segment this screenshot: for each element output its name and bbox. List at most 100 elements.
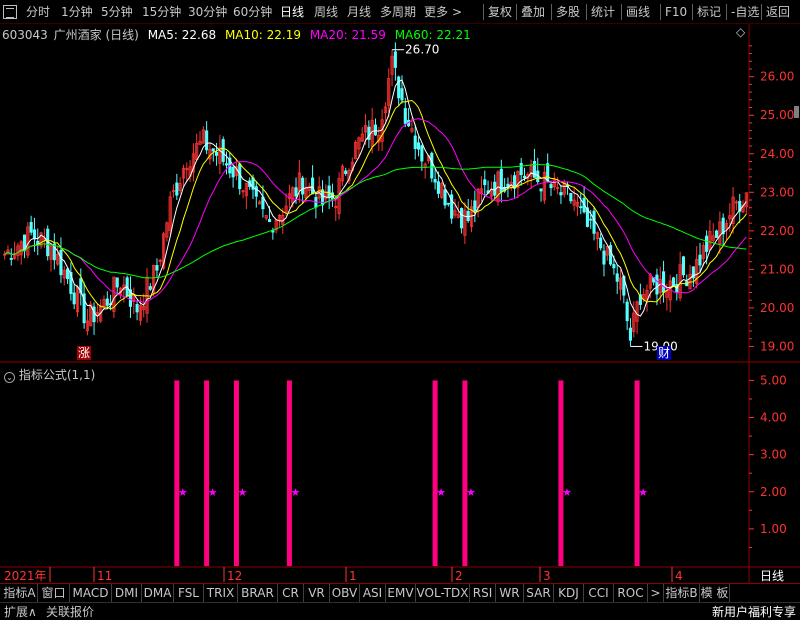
candle-body xyxy=(628,327,633,341)
indicator-tab-16[interactable]: SAR xyxy=(524,584,554,602)
indicator-legend[interactable]: ⌄ 指标公式(1,1) xyxy=(4,366,95,383)
indicator-tab-13[interactable]: VOL-TDX xyxy=(416,584,470,602)
expand-button[interactable]: 扩展∧ xyxy=(4,604,37,620)
indicator-tab-1[interactable]: 窗口 xyxy=(38,584,70,602)
indicator-tab-9[interactable]: VR xyxy=(304,584,330,602)
candle-body xyxy=(609,245,613,265)
candle-body xyxy=(92,306,96,323)
kline-chart[interactable]: 26.0025.0024.0023.0022.0021.0020.0019.00… xyxy=(0,0,800,620)
indicator-tick-label: 4.00 xyxy=(760,411,787,425)
candle-body xyxy=(294,187,298,197)
candle-body xyxy=(436,181,440,194)
price-tick-label: 22.00 xyxy=(760,224,794,238)
candle-body xyxy=(430,152,434,179)
candle-body xyxy=(602,250,606,265)
chart-period: (日线) xyxy=(105,28,139,42)
indicator-tab-6[interactable]: TRIX xyxy=(204,584,238,602)
signal-bar xyxy=(432,380,438,566)
candle-body xyxy=(625,301,629,322)
candle-body xyxy=(155,265,159,271)
high-price-label: 26.70 xyxy=(405,43,439,57)
price-tick-label: 24.00 xyxy=(760,147,794,161)
candle-body xyxy=(397,76,401,99)
signal-bar xyxy=(558,380,564,566)
candle-body xyxy=(483,179,487,186)
promo-link[interactable]: 新用户福利专享 xyxy=(712,604,796,620)
related-quotes-button[interactable]: 关联报价 xyxy=(46,604,94,620)
candle-body xyxy=(413,135,417,149)
candle-body xyxy=(522,175,527,179)
price-legend: 603043 广州酒家 (日线) MA5: 22.68 MA10: 22.19 … xyxy=(2,26,476,43)
candle-body xyxy=(466,211,470,221)
candle-body xyxy=(416,142,421,150)
candle-body xyxy=(271,230,275,233)
candle-body xyxy=(403,108,407,124)
candle-body xyxy=(148,286,152,290)
signal-bar xyxy=(286,380,292,566)
indicator-tab-15[interactable]: WR xyxy=(496,584,524,602)
side-scroll-handle[interactable] xyxy=(794,106,799,118)
candle-body xyxy=(569,192,573,202)
signal-star: ★ xyxy=(290,486,300,499)
candle-body xyxy=(549,184,553,189)
candle-body xyxy=(714,230,719,238)
indicator-tab-21[interactable]: 指标B xyxy=(664,584,700,602)
indicator-title: 指标公式(1,1) xyxy=(18,368,96,382)
signal-star: ★ xyxy=(208,486,218,499)
period-indicator: 日线 xyxy=(760,569,784,583)
candle-body xyxy=(105,298,109,306)
price-tick-label: 26.00 xyxy=(760,70,794,84)
month-label: 11 xyxy=(97,569,112,583)
indicator-tab-0[interactable]: 指标A xyxy=(2,584,38,602)
ma10-label: MA10: 22.19 xyxy=(224,28,301,42)
candle-body xyxy=(231,166,235,178)
indicator-tab-19[interactable]: ROC xyxy=(614,584,648,602)
candle-body xyxy=(29,221,33,233)
candle-body xyxy=(460,207,464,229)
candle-body xyxy=(344,170,348,174)
stock-name: 广州酒家 xyxy=(53,28,102,42)
candle-body xyxy=(446,202,450,205)
candle-body xyxy=(671,277,676,287)
signal-bar xyxy=(174,380,180,566)
candle-body xyxy=(443,189,447,206)
price-tick-label: 23.00 xyxy=(760,185,794,199)
candle-body xyxy=(327,185,331,199)
indicator-tab-11[interactable]: ASI xyxy=(360,584,386,602)
candle-body xyxy=(32,229,37,240)
indicator-tab-7[interactable]: BRAR xyxy=(238,584,278,602)
signal-bar xyxy=(462,380,468,566)
indicator-tab-4[interactable]: DMA xyxy=(142,584,174,602)
indicator-tab-18[interactable]: CCI xyxy=(584,584,614,602)
collapse-icon[interactable]: ⌄ xyxy=(4,372,15,383)
month-label: 12 xyxy=(227,569,242,583)
candle-body xyxy=(221,139,225,162)
indicator-tab-20[interactable]: > xyxy=(648,584,664,602)
candle-body xyxy=(238,163,242,190)
candle-body xyxy=(59,250,63,276)
candle-body xyxy=(519,163,523,176)
ma20-label: MA20: 21.59 xyxy=(309,28,386,42)
signal-bar xyxy=(634,380,640,566)
indicator-tab-10[interactable]: OBV xyxy=(330,584,360,602)
indicator-tab-14[interactable]: RSI xyxy=(470,584,496,602)
cai-badge: 财 xyxy=(658,346,670,360)
month-label: 3 xyxy=(543,569,551,583)
candle-body xyxy=(546,163,550,182)
indicator-tab-12[interactable]: EMV xyxy=(386,584,416,602)
month-label: 4 xyxy=(675,569,683,583)
indicator-tab-2[interactable]: MACD xyxy=(70,584,112,602)
indicator-tab-3[interactable]: DMI xyxy=(112,584,142,602)
indicator-tab-8[interactable]: CR xyxy=(278,584,304,602)
candle-body xyxy=(135,304,139,313)
candle-body xyxy=(205,130,209,151)
candle-body xyxy=(589,218,593,221)
indicator-tick-label: 2.00 xyxy=(760,485,787,499)
candle-body xyxy=(72,292,76,305)
candle-body xyxy=(433,178,437,183)
indicator-tab-17[interactable]: KDJ xyxy=(554,584,584,602)
signal-star: ★ xyxy=(237,486,247,499)
indicator-tab-5[interactable]: FSL xyxy=(174,584,204,602)
indicator-tab-22[interactable]: 模 板 xyxy=(700,584,730,602)
signal-star: ★ xyxy=(638,486,648,499)
